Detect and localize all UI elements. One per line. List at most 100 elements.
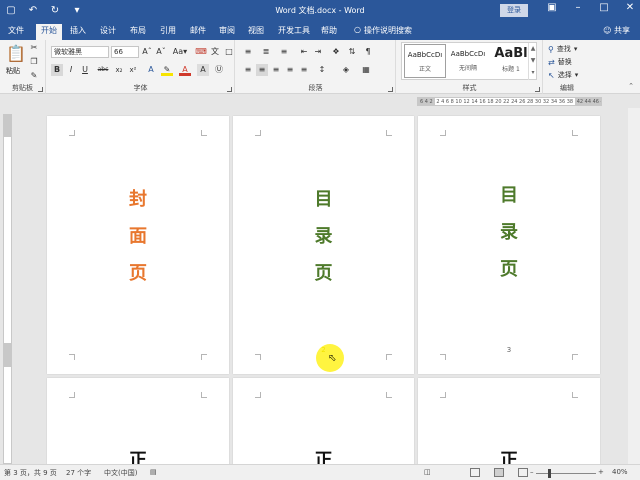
phonetic-guide-icon[interactable]: 文: [209, 46, 221, 58]
change-case-icon[interactable]: Aa▾: [171, 46, 189, 58]
zoom-slider-thumb[interactable]: [548, 469, 551, 478]
tab-view[interactable]: 视图: [248, 25, 264, 40]
show-marks-icon[interactable]: ¶: [362, 46, 374, 58]
page-3-char: 目: [500, 185, 518, 206]
tab-file[interactable]: 文件: [8, 25, 24, 40]
page-6[interactable]: 正: [418, 378, 600, 464]
window-controls: ▣ – □ ✕: [546, 2, 636, 13]
subscript-icon[interactable]: x₂: [113, 64, 125, 76]
grow-font-icon[interactable]: Aˆ: [141, 46, 153, 58]
tab-insert[interactable]: 插入: [70, 25, 86, 40]
styles-launcher-icon[interactable]: [535, 87, 540, 92]
vertical-ruler[interactable]: [3, 114, 12, 464]
enclose-chars-icon[interactable]: Ⓤ: [213, 64, 225, 76]
focus-mode-icon[interactable]: ◫: [424, 468, 431, 476]
text-effects-icon[interactable]: A: [145, 64, 157, 76]
style-normal[interactable]: AaBbCcDı 正文: [404, 44, 446, 78]
page-info[interactable]: 第 3 页，共 9 页: [4, 468, 57, 478]
ribbon-display-icon[interactable]: ▣: [546, 2, 558, 13]
close-icon[interactable]: ✕: [624, 2, 636, 13]
paragraph-launcher-icon[interactable]: [388, 87, 393, 92]
page-1[interactable]: 封 面 页: [47, 116, 229, 374]
sort-icon[interactable]: ⇅: [346, 46, 358, 58]
paste-icon[interactable]: 📋: [6, 44, 26, 64]
align-left-icon[interactable]: ≡: [242, 64, 254, 76]
tab-references[interactable]: 引用: [160, 25, 176, 40]
increase-indent-icon[interactable]: ⇥: [312, 46, 324, 58]
horizontal-ruler[interactable]: 6 4 2 2 4 6 8 10 12 14 16 18 20 22 24 26…: [417, 97, 602, 106]
clipboard-launcher-icon[interactable]: [38, 87, 43, 92]
char-border-icon[interactable]: □: [223, 46, 235, 58]
tab-layout[interactable]: 布局: [130, 25, 146, 40]
macro-record-icon[interactable]: ▤: [150, 468, 157, 476]
tab-developer[interactable]: 开发工具: [278, 25, 310, 40]
format-painter-icon[interactable]: ✎: [28, 70, 40, 82]
web-layout-icon[interactable]: [518, 468, 528, 477]
page-5[interactable]: 正: [233, 378, 414, 464]
bold-icon[interactable]: B: [51, 64, 63, 76]
zoom-level[interactable]: 40%: [612, 468, 628, 476]
share-button[interactable]: ☺ 共享: [603, 25, 630, 36]
decrease-indent-icon[interactable]: ⇤: [298, 46, 310, 58]
chinese-layout-icon[interactable]: ❖: [330, 46, 342, 58]
copy-icon[interactable]: ❐: [28, 56, 40, 68]
distributed-icon[interactable]: ≡: [298, 64, 310, 76]
align-right-icon[interactable]: ≡: [270, 64, 282, 76]
font-size-select[interactable]: 66: [111, 46, 139, 58]
zoom-slider[interactable]: [536, 473, 596, 474]
page-4[interactable]: 正: [47, 378, 229, 464]
font-launcher-icon[interactable]: [227, 87, 232, 92]
clear-format-icon[interactable]: ⌨: [195, 46, 207, 58]
read-mode-icon[interactable]: [470, 468, 480, 477]
style-heading-1[interactable]: AaBl 标题 1: [490, 44, 532, 78]
page-3[interactable]: 目 录 页 3: [418, 116, 600, 374]
login-button[interactable]: 登录: [500, 4, 528, 17]
font-name-select[interactable]: 微软雅黑: [51, 46, 109, 58]
minimize-icon[interactable]: –: [572, 2, 584, 13]
language-status[interactable]: 中文(中国): [104, 468, 137, 478]
char-shading-icon[interactable]: A: [197, 64, 209, 76]
page-2[interactable]: 目 录 页 2: [233, 116, 414, 374]
borders-icon[interactable]: ▦: [360, 64, 372, 76]
page-3-text: 目 录 页: [418, 177, 600, 288]
collapse-ribbon-icon[interactable]: ⌃: [628, 82, 634, 90]
tab-mailings[interactable]: 邮件: [190, 25, 206, 40]
zoom-out-icon[interactable]: –: [530, 468, 534, 476]
tell-me-search[interactable]: ○ 操作说明搜索: [354, 25, 412, 36]
paste-label[interactable]: 粘贴: [6, 66, 20, 76]
tab-help[interactable]: 帮助: [321, 25, 337, 40]
replace-button[interactable]: ⇄ 替换: [548, 57, 572, 67]
style-no-spacing[interactable]: AaBbCcDı 无间隔: [447, 44, 489, 78]
underline-icon[interactable]: U: [79, 64, 91, 76]
tab-review[interactable]: 审阅: [219, 25, 235, 40]
tab-design[interactable]: 设计: [100, 25, 116, 40]
multilevel-list-icon[interactable]: ≡: [278, 46, 290, 58]
cut-icon[interactable]: ✂: [28, 42, 40, 54]
numbering-icon[interactable]: ≣: [260, 46, 272, 58]
print-layout-icon[interactable]: [494, 468, 504, 477]
italic-icon[interactable]: I: [65, 64, 77, 76]
superscript-icon[interactable]: x²: [127, 64, 139, 76]
font-color-icon[interactable]: A: [179, 64, 191, 76]
shrink-font-icon[interactable]: Aˇ: [155, 46, 167, 58]
styles-more-icon[interactable]: ▾: [529, 67, 537, 79]
vertical-scrollbar[interactable]: [628, 108, 640, 464]
find-button[interactable]: ⚲ 查找 ▾: [548, 44, 577, 54]
tab-home[interactable]: 开始: [36, 24, 62, 40]
bullets-icon[interactable]: ≡: [242, 46, 254, 58]
highlight-icon[interactable]: ✎: [161, 64, 173, 76]
zoom-in-icon[interactable]: +: [598, 468, 604, 476]
word-count[interactable]: 27 个字: [66, 468, 91, 478]
strikethrough-icon[interactable]: abc: [95, 64, 111, 76]
justify-icon[interactable]: ≡: [284, 64, 296, 76]
shading-icon[interactable]: ◈: [340, 64, 352, 76]
document-area[interactable]: 封 面 页 目 录 页 2 目 录 页 3 正: [14, 108, 640, 464]
styles-down-icon[interactable]: ▼: [529, 55, 537, 67]
styles-up-icon[interactable]: ▲: [529, 43, 537, 55]
styles-scroll[interactable]: ▲ ▼ ▾: [528, 43, 537, 80]
align-center-icon[interactable]: ≡: [256, 64, 268, 76]
vruler-bottom-margin: [4, 343, 11, 367]
maximize-icon[interactable]: □: [598, 2, 610, 13]
select-button[interactable]: ↖ 选择 ▾: [548, 70, 578, 80]
line-spacing-icon[interactable]: ↕: [316, 64, 328, 76]
